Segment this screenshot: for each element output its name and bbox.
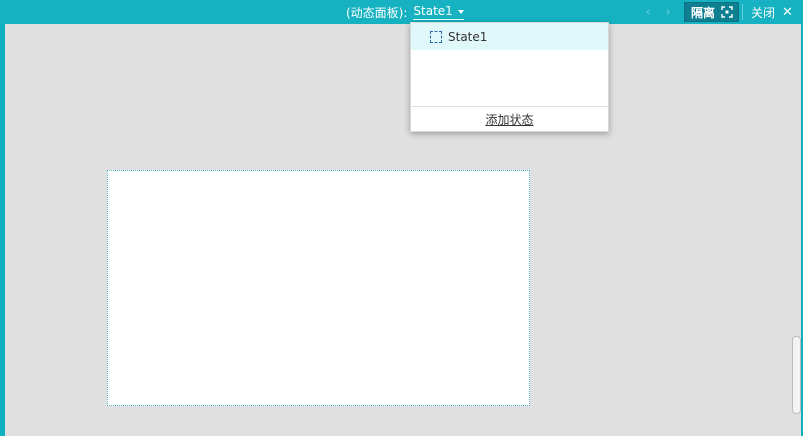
isolate-button[interactable]: 隔离 — [684, 2, 739, 22]
chevron-right-icon[interactable]: › — [662, 5, 674, 19]
state-icon — [430, 30, 442, 43]
component-type-label: (动态面板): — [346, 5, 408, 20]
close-button[interactable]: 关闭 ✕ — [751, 0, 793, 24]
panel-editor-toolbar: (动态面板): State1 ‹ › 隔离 关闭 ✕ — [0, 0, 803, 24]
add-state-link[interactable]: 添加状态 — [411, 108, 608, 130]
caret-down-icon — [457, 10, 464, 14]
isolate-button-label: 隔离 — [691, 5, 716, 20]
state-selector[interactable]: State1 — [413, 4, 464, 20]
close-icon: ✕ — [782, 4, 793, 20]
state-item-label: State1 — [448, 29, 488, 44]
chevron-left-icon[interactable]: ‹ — [642, 5, 654, 19]
state-list-item[interactable]: State1 — [411, 23, 608, 50]
close-button-label: 关闭 — [751, 5, 776, 20]
current-state-label: State1 — [413, 4, 453, 18]
state-dropdown-menu: State1 添加状态 — [410, 22, 609, 132]
focus-frame-icon — [721, 6, 733, 18]
dropdown-divider — [411, 106, 608, 107]
panel-title-group: (动态面板): State1 — [346, 0, 464, 24]
toolbar-separator — [742, 4, 743, 20]
dynamic-panel-area[interactable] — [107, 170, 530, 406]
vertical-scrollbar[interactable] — [792, 336, 801, 414]
